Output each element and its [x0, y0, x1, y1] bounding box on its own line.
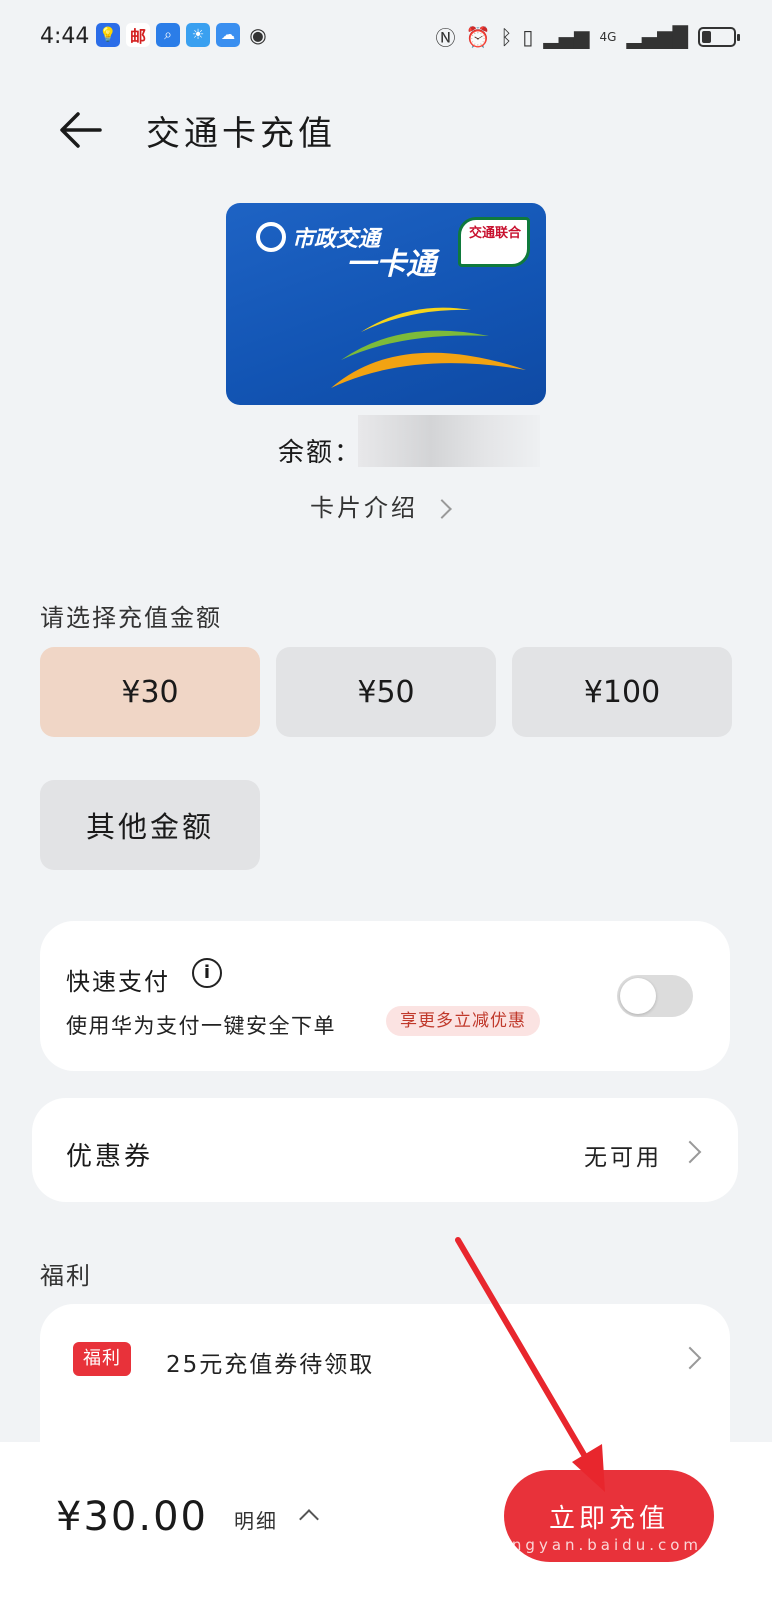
- alarm-icon: ⏰: [465, 24, 491, 49]
- quick-pay-toggle[interactable]: [617, 975, 693, 1017]
- status-time: 4:44: [40, 24, 90, 49]
- card-logo-icon: [256, 222, 286, 252]
- benefit-text: 25元充值券待领取: [166, 1352, 375, 1378]
- amount-option-30[interactable]: ¥30: [40, 647, 260, 737]
- recharge-button-label: 立即充值: [548, 1503, 669, 1534]
- union-logo: 交通联合: [458, 217, 530, 267]
- promo-badge: 享更多立减优惠: [386, 1006, 540, 1036]
- watermark: jingyan.baidu.com: [495, 1536, 702, 1554]
- toggle-knob: [620, 978, 656, 1014]
- signal-icon-2: ▂▄▆█: [626, 24, 688, 49]
- card-intro-link[interactable]: 卡片介绍: [310, 488, 452, 523]
- amount-option-100[interactable]: ¥100: [512, 647, 732, 737]
- post-app-icon: 邮: [126, 23, 150, 47]
- amount-option-50[interactable]: ¥50: [276, 647, 496, 737]
- search-app-icon: ⌕: [156, 23, 180, 47]
- amount-option-other[interactable]: 其他金额: [40, 780, 260, 870]
- notification-icons: 💡 邮 ⌕ ☀ ☁ ◉: [96, 23, 270, 47]
- chevron-right-icon: [431, 499, 452, 519]
- balance-label: 余额：: [278, 438, 363, 468]
- info-icon[interactable]: i: [192, 958, 222, 988]
- lightbulb-icon: 💡: [96, 23, 120, 47]
- bluetooth-icon: ᛒ: [500, 24, 513, 49]
- annotation-arrow: [455, 1237, 605, 1492]
- weather-icon: ☀: [186, 23, 210, 47]
- detail-link[interactable]: 明细: [234, 1505, 278, 1534]
- card-name: 一卡通: [346, 247, 436, 282]
- system-icons: Ⓝ ⏰ ᛒ ▯ ▂▄▆ 4G ▂▄▆█: [435, 22, 740, 51]
- network-type: 4G: [599, 29, 617, 44]
- benefits-section-label: 福利: [40, 1262, 92, 1290]
- back-arrow-icon: [60, 112, 102, 148]
- coupon-value: 无可用: [584, 1145, 662, 1171]
- battery-icon: [698, 26, 740, 47]
- card-arc-graphic: [331, 307, 526, 388]
- eye-icon: ◉: [249, 23, 267, 47]
- quick-pay-title: 快速支付: [66, 968, 170, 996]
- amount-section-label: 请选择充值金额: [40, 604, 222, 632]
- cloud-icon: ☁: [216, 23, 240, 47]
- total-amount: ¥30.00: [56, 1494, 208, 1540]
- nfc-icon: Ⓝ: [435, 26, 456, 50]
- transit-card-image: 市政交通 一卡通 交通联合: [226, 203, 546, 405]
- page-title: 交通卡充值: [146, 114, 336, 154]
- vibrate-icon: ▯: [522, 24, 534, 49]
- back-button[interactable]: [54, 102, 110, 158]
- signal-icon: ▂▄▆: [543, 24, 590, 49]
- status-bar: 4:44 💡 邮 ⌕ ☀ ☁ ◉ Ⓝ ⏰ ᛒ ▯ ▂▄▆ 4G ▂▄▆█: [0, 0, 772, 78]
- benefit-tag: 福利: [73, 1342, 131, 1376]
- card-intro-label: 卡片介绍: [310, 494, 418, 522]
- coupon-label: 优惠券: [66, 1142, 154, 1172]
- quick-pay-description: 使用华为支付一键安全下单: [66, 1014, 336, 1038]
- balance-value-redacted: [358, 415, 540, 467]
